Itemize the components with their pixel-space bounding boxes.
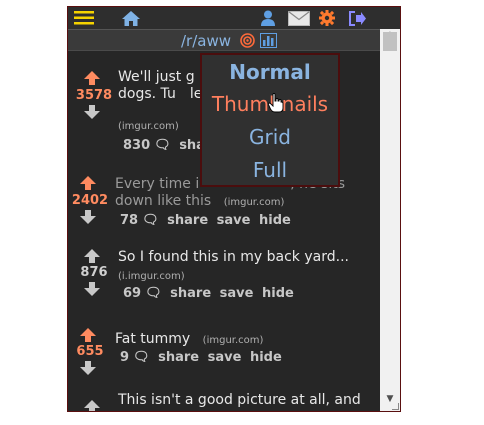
- hide-link[interactable]: hide: [259, 213, 291, 228]
- vertical-scrollbar[interactable]: ▲ ▼: [380, 29, 400, 411]
- save-link[interactable]: save: [220, 286, 254, 301]
- post-title[interactable]: Fat tummy (imgur.com): [115, 331, 375, 349]
- upvote-icon[interactable]: [80, 328, 96, 342]
- post-score: 3578: [75, 88, 113, 103]
- save-link[interactable]: save: [208, 350, 242, 365]
- view-mode-menu: Normal Thumbnails Grid Full: [200, 53, 340, 187]
- subreddit-name[interactable]: /r/aww: [181, 32, 231, 50]
- home-icon[interactable]: [120, 7, 142, 29]
- share-link[interactable]: share: [170, 286, 211, 301]
- post-domain[interactable]: (i.imgur.com): [118, 271, 185, 282]
- target-icon[interactable]: [240, 33, 255, 52]
- upvote-icon[interactable]: [80, 176, 96, 190]
- view-full-option[interactable]: Full: [202, 158, 338, 182]
- share-link[interactable]: share: [158, 350, 199, 365]
- mail-icon[interactable]: [287, 7, 311, 29]
- downvote-icon[interactable]: [80, 210, 96, 224]
- view-normal-option[interactable]: Normal: [202, 60, 338, 84]
- upvote-icon[interactable]: [84, 400, 100, 412]
- post-title[interactable]: This isn't a good picture at all, and: [118, 392, 378, 409]
- comment-icon[interactable]: 🗨: [145, 286, 162, 301]
- share-link[interactable]: share: [167, 213, 208, 228]
- hide-link[interactable]: hide: [262, 286, 294, 301]
- post-actions: 9 🗨 share save hide: [120, 350, 286, 365]
- upvote-icon[interactable]: [84, 249, 100, 263]
- post-score: 876: [80, 265, 108, 280]
- menu-icon[interactable]: [70, 7, 98, 29]
- comment-count[interactable]: 830: [123, 138, 150, 153]
- post-domain[interactable]: (imgur.com): [224, 197, 285, 208]
- post-title[interactable]: So I found this in my back yard...: [118, 249, 378, 266]
- post-score: 655: [76, 344, 104, 359]
- bar-chart-icon[interactable]: [260, 33, 277, 52]
- post-domain[interactable]: (imgur.com): [203, 335, 264, 346]
- comment-count[interactable]: 78: [120, 213, 138, 228]
- post-actions: 78 🗨 share save hide: [120, 213, 295, 228]
- upvote-icon[interactable]: [84, 71, 100, 85]
- save-link[interactable]: save: [217, 213, 251, 228]
- downvote-icon[interactable]: [80, 361, 96, 375]
- user-icon[interactable]: [258, 7, 278, 29]
- comment-icon[interactable]: 🗨: [142, 213, 159, 228]
- comment-count[interactable]: 69: [123, 286, 141, 301]
- hide-link[interactable]: hide: [250, 350, 282, 365]
- post-domain[interactable]: (imgur.com): [118, 121, 179, 132]
- post-actions: 69 🗨 share save hide: [123, 286, 298, 301]
- subreddit-bar: /r/aww: [68, 29, 380, 51]
- downvote-icon[interactable]: [84, 282, 100, 296]
- downvote-icon[interactable]: [84, 105, 100, 119]
- gear-icon[interactable]: [317, 7, 337, 29]
- comment-icon[interactable]: 🗨: [154, 138, 171, 153]
- resize-handle[interactable]: [392, 403, 399, 410]
- view-grid-option[interactable]: Grid: [202, 125, 338, 149]
- comment-icon[interactable]: 🗨: [133, 350, 150, 365]
- scroll-thumb[interactable]: [383, 32, 397, 51]
- top-toolbar: [68, 7, 400, 29]
- post-score: 2402: [71, 193, 109, 208]
- hand-cursor-icon: [268, 93, 284, 113]
- comment-count[interactable]: 9: [120, 350, 129, 365]
- logout-icon[interactable]: [346, 7, 368, 29]
